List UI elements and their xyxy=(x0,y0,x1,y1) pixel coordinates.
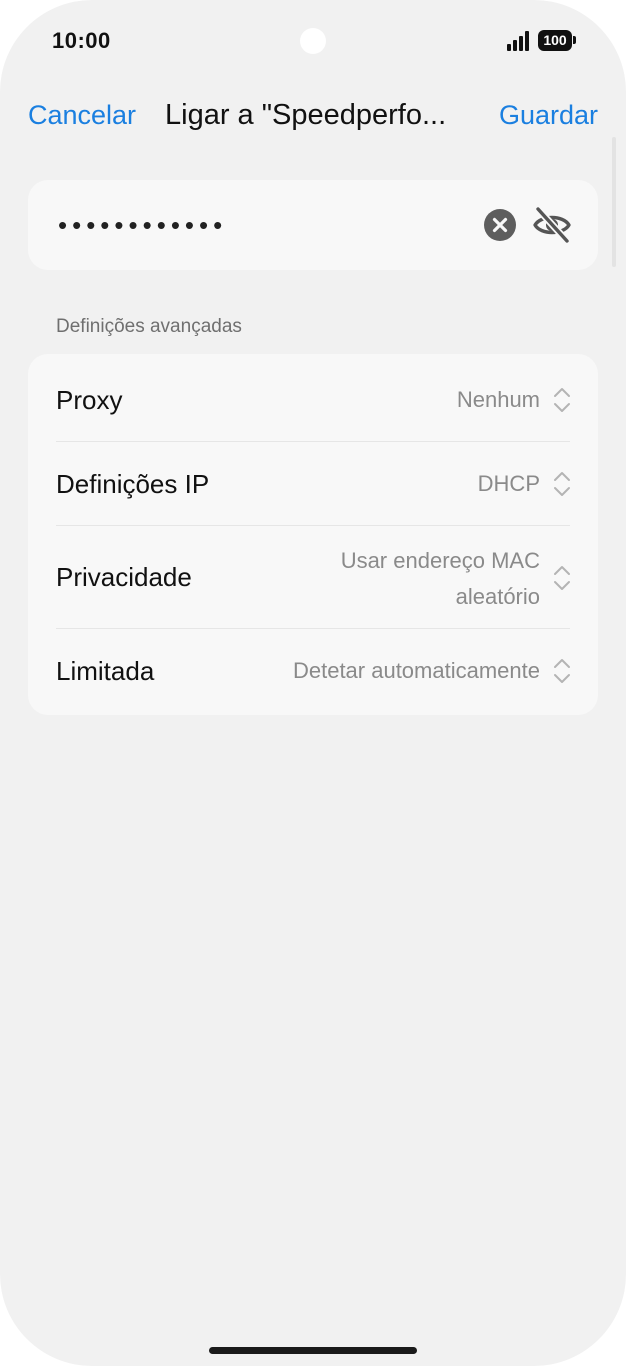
password-field[interactable]: •••••••••••• xyxy=(28,180,598,270)
page-title: Ligar a "Speedperfo... xyxy=(165,99,447,131)
proxy-label: Proxy xyxy=(56,385,123,415)
limited-label: Limitada xyxy=(56,656,155,686)
save-button[interactable]: Guardar xyxy=(499,98,598,132)
section-header-advanced: Definições avançadas xyxy=(56,316,242,337)
chevron-up-down-icon xyxy=(554,388,570,412)
chevron-up-down-icon xyxy=(554,659,570,683)
status-time: 10:00 xyxy=(52,28,111,53)
limited-row[interactable]: Limitada Detetar automaticamente xyxy=(28,629,598,715)
battery-icon: 100 xyxy=(538,30,572,51)
limited-value[interactable]: Detetar automaticamente xyxy=(293,653,540,689)
privacy-value-line1: Usar endereço MAC xyxy=(340,548,540,573)
chevron-up-down-icon xyxy=(554,566,570,590)
privacy-value-line2: aleatório xyxy=(455,584,540,609)
cancel-button[interactable]: Cancelar xyxy=(28,98,136,132)
password-value[interactable]: •••••••••••• xyxy=(58,205,227,245)
ip-settings-value[interactable]: DHCP xyxy=(478,466,540,502)
chevron-up-down-icon xyxy=(554,472,570,496)
privacy-label: Privacidade xyxy=(56,562,192,592)
privacy-value[interactable]: Usar endereço MAC aleatório xyxy=(341,543,540,615)
ip-settings-row[interactable]: Definições IP DHCP xyxy=(28,442,598,525)
ip-settings-label: Definições IP xyxy=(56,469,210,499)
scroll-indicator xyxy=(612,137,616,267)
phone-screen: 10:00 100 Cancelar Ligar a "Speedperfo..… xyxy=(0,0,626,1366)
home-indicator[interactable] xyxy=(209,1347,417,1354)
eye-slash-icon[interactable] xyxy=(531,205,573,245)
signal-icon xyxy=(507,31,531,51)
advanced-settings-list: Proxy Nenhum Definições IP DHCP Privacid… xyxy=(28,354,598,715)
clear-circle-icon[interactable] xyxy=(483,208,517,242)
proxy-row[interactable]: Proxy Nenhum xyxy=(28,354,598,441)
privacy-row[interactable]: Privacidade Usar endereço MAC aleatório xyxy=(28,526,598,628)
camera-cutout xyxy=(300,28,326,54)
proxy-value[interactable]: Nenhum xyxy=(457,382,540,418)
battery-cap xyxy=(573,36,576,44)
